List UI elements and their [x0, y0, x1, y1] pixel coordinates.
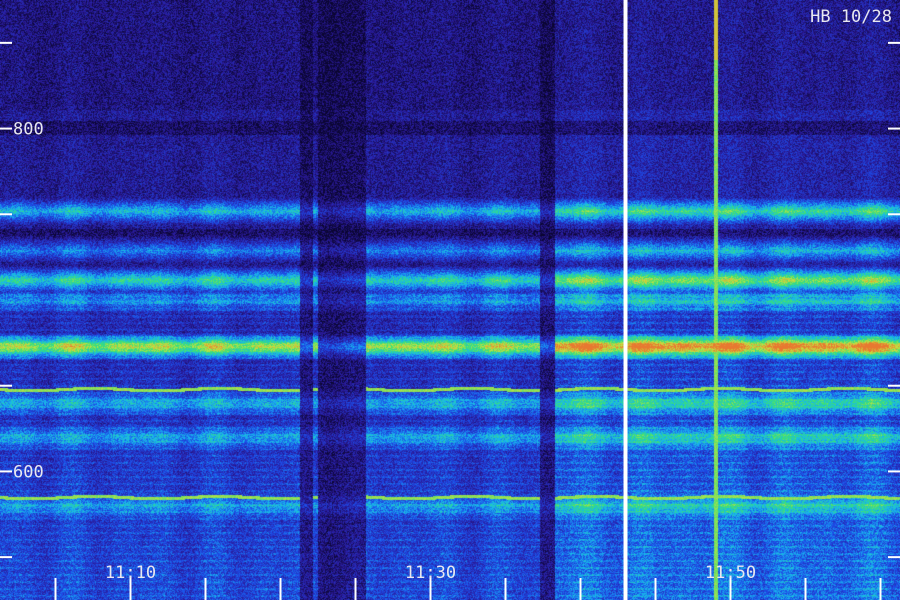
y-tick-label: 600	[13, 462, 44, 482]
y-tick-label: 800	[13, 120, 44, 140]
spectrogram-overlay: 600 800 11:10 11:30 11:50 HB 10/28	[0, 0, 900, 600]
x-axis: 11:10 11:30 11:50	[54, 563, 882, 600]
spectrogram-view: 600 800 11:10 11:30 11:50 HB 10/28	[0, 0, 900, 600]
x-tick-label: 11:50	[705, 563, 756, 583]
date-stamp: HB 10/28	[810, 7, 892, 27]
x-tick-label: 11:10	[105, 563, 156, 583]
y-axis: 600 800	[0, 41, 900, 559]
x-tick-label: 11:30	[405, 563, 456, 583]
